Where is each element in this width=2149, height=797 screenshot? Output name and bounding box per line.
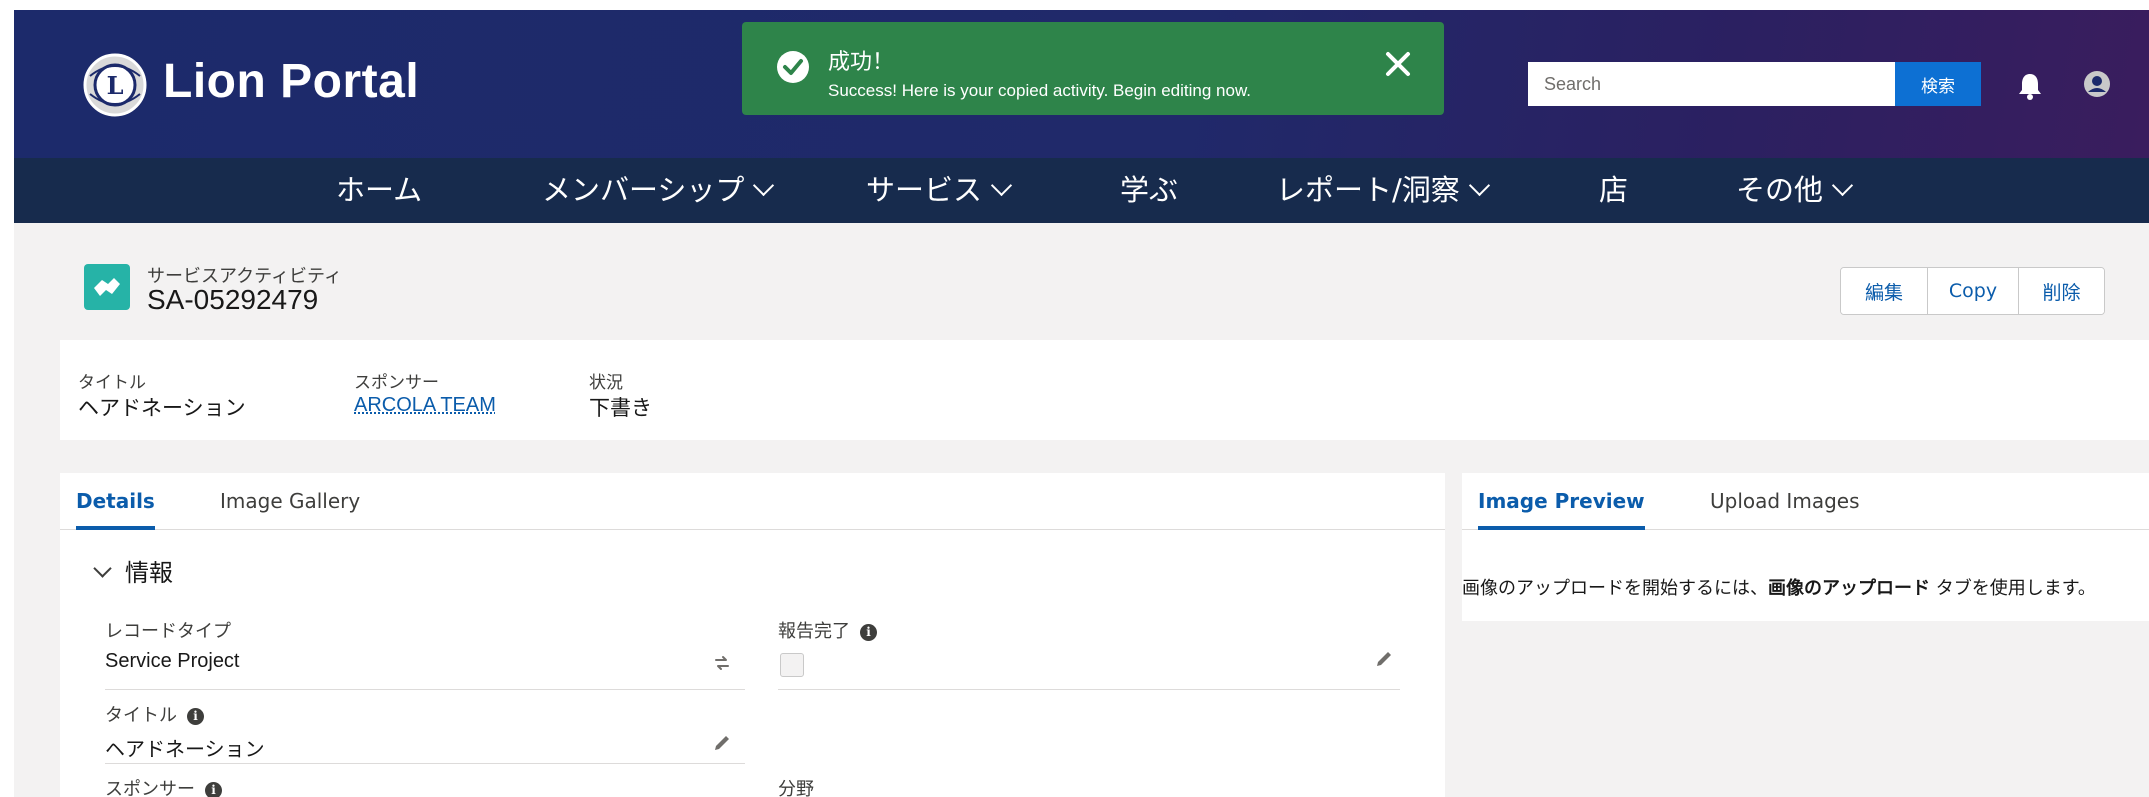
chevron-down-icon — [1831, 174, 1854, 197]
close-icon[interactable] — [1380, 46, 1416, 82]
details-tabbar: Details Image Gallery — [60, 473, 1445, 530]
field-report-complete-label: 報告完了 i — [778, 617, 877, 643]
lions-logo-icon[interactable]: L — [82, 52, 148, 118]
section-title: 情報 — [125, 559, 173, 587]
highlight-title-value: ヘアドネーション — [78, 396, 246, 420]
nav-item-more[interactable]: その他 — [1736, 158, 1854, 223]
tab-image-preview[interactable]: Image Preview — [1478, 473, 1645, 530]
check-circle-icon — [777, 51, 809, 83]
bell-icon[interactable] — [2017, 72, 2043, 100]
nav-item-learn[interactable]: 学ぶ — [1120, 158, 1178, 223]
nav-item-label: その他 — [1736, 173, 1824, 207]
user-avatar-icon[interactable] — [2083, 70, 2111, 98]
success-toast: 成功！ Success! Here is your copied activit… — [742, 22, 1444, 115]
preview-text-bold: 画像のアップロード — [1768, 578, 1930, 599]
svg-text:L: L — [107, 71, 124, 100]
field-title-label: タイトル i — [105, 701, 204, 727]
tab-image-gallery[interactable]: Image Gallery — [220, 473, 360, 529]
field-report-complete-label-text: 報告完了 — [778, 621, 850, 642]
chevron-down-icon — [93, 559, 112, 578]
toast-message: Success! Here is your copied activity. B… — [828, 81, 1252, 100]
sponsor-link-text[interactable]: ARCOLA TEAM — [354, 394, 496, 416]
field-title-value: ヘアドネーション — [105, 737, 265, 761]
chevron-down-icon — [990, 174, 1013, 197]
brand-title[interactable]: Lion Portal — [163, 54, 419, 109]
tab-upload-images[interactable]: Upload Images — [1710, 473, 1860, 529]
main-nav: ホーム メンバーシップ サービス 学ぶ レポート/洞察 店 その他 — [14, 158, 2149, 223]
nav-item-membership[interactable]: メンバーシップ — [542, 158, 775, 223]
highlight-status-value: 下書き — [589, 396, 652, 420]
field-field-label: 分野 — [778, 779, 814, 797]
highlight-status-label: 状況 — [589, 373, 623, 393]
section-header-info[interactable]: 情報 — [93, 553, 173, 588]
search-input[interactable] — [1528, 62, 1895, 106]
field-record-type-value: Service Project — [105, 650, 240, 672]
info-icon[interactable]: i — [860, 624, 877, 641]
preview-text-after: タブを使用します。 — [1930, 578, 2096, 599]
record-name: SA-05292479 — [147, 284, 319, 315]
field-divider — [105, 689, 745, 690]
nav-item-label: ホーム — [336, 173, 423, 207]
record-actions: 編集 Copy 削除 — [1840, 267, 2105, 315]
image-preview-card: Image Preview Upload Images 画像のアップロードを開始… — [1462, 473, 2149, 621]
pencil-icon[interactable] — [1374, 649, 1394, 669]
pencil-icon[interactable] — [712, 733, 732, 753]
copy-button[interactable]: Copy — [1927, 268, 2018, 314]
preview-tabbar: Image Preview Upload Images — [1462, 473, 2149, 530]
nav-item-label: レポート/洞察 — [1276, 173, 1460, 207]
field-sponsor-label-text: スポンサー — [105, 779, 195, 797]
site-header: L Lion Portal 検索 成功！ Success! Here is yo… — [14, 10, 2149, 158]
record-icon — [84, 264, 130, 310]
highlight-sponsor-link[interactable]: ARCOLA TEAM — [354, 392, 496, 417]
edit-button[interactable]: 編集 — [1841, 268, 1927, 314]
nav-item-home[interactable]: ホーム — [336, 158, 422, 223]
handshake-icon — [94, 278, 120, 296]
nav-item-label: メンバーシップ — [542, 173, 745, 207]
nav-item-label: サービス — [866, 173, 983, 207]
info-icon[interactable]: i — [187, 708, 204, 725]
report-complete-checkbox[interactable] — [780, 653, 804, 677]
chevron-down-icon — [753, 174, 775, 197]
nav-item-label: 学ぶ — [1120, 173, 1179, 207]
field-title-label-text: タイトル — [105, 705, 177, 726]
details-card: Details Image Gallery 情報 レコードタイプ Service… — [60, 473, 1445, 797]
field-divider — [105, 763, 745, 764]
toast-title: 成功！ — [828, 50, 895, 75]
delete-button[interactable]: 削除 — [2018, 268, 2104, 314]
preview-text-before: 画像のアップロードを開始するには、 — [1462, 578, 1768, 599]
search-button[interactable]: 検索 — [1895, 62, 1981, 106]
tab-details[interactable]: Details — [76, 473, 155, 530]
highlight-sponsor-label: スポンサー — [354, 373, 439, 393]
chevron-down-icon — [1468, 174, 1490, 197]
nav-item-reports[interactable]: レポート/洞察 — [1276, 158, 1490, 223]
swap-icon[interactable] — [712, 653, 732, 673]
nav-item-label: 店 — [1599, 173, 1629, 207]
highlight-title-label: タイトル — [78, 373, 146, 393]
highlights-panel: タイトル ヘアドネーション スポンサー ARCOLA TEAM 状況 下書き — [60, 340, 2149, 440]
info-icon[interactable]: i — [205, 782, 222, 797]
field-divider — [778, 689, 1400, 690]
nav-item-shop[interactable]: 店 — [1599, 158, 1628, 223]
field-record-type-label: レコードタイプ — [105, 621, 231, 642]
field-sponsor-label: スポンサー i — [105, 775, 222, 797]
preview-instructions: 画像のアップロードを開始するには、画像のアップロード タブを使用します。 — [1462, 575, 2142, 602]
app-frame: L Lion Portal 検索 成功！ Success! Here is yo… — [14, 10, 2149, 797]
nav-item-service[interactable]: サービス — [866, 158, 1013, 223]
